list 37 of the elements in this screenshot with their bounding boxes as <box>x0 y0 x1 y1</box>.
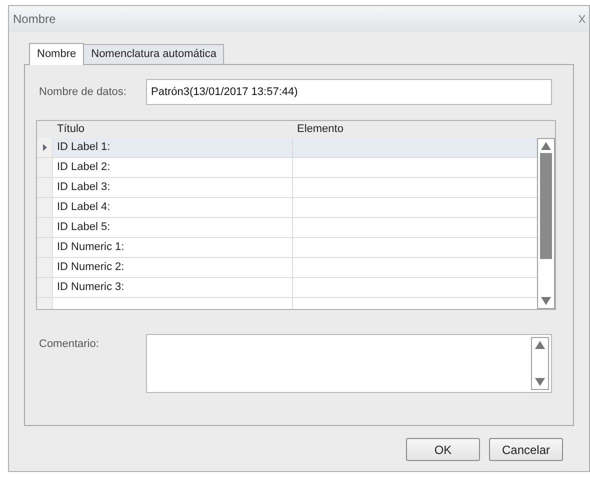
table-row[interactable]: ID Label 5: <box>37 218 537 238</box>
table-row[interactable]: ID Label 1: <box>37 138 537 158</box>
scrollbar[interactable] <box>531 337 549 390</box>
comment-field[interactable] <box>146 334 552 393</box>
field-label: Comentario: <box>38 337 100 352</box>
dialog-button[interactable]: OK <box>406 438 480 461</box>
tab[interactable]: Nomenclatura automática <box>84 44 224 64</box>
table-row[interactable]: ID Label 4: <box>37 198 537 218</box>
table-cell: ID Numeric 2: <box>53 258 293 277</box>
table-cell: ID Label 5: <box>53 218 293 237</box>
data-name-field[interactable]: Patrón3(13/01/2017 13:57:44) <box>146 79 552 105</box>
tab[interactable]: Nombre <box>29 43 84 65</box>
field-label: Nombre de datos: <box>38 84 128 100</box>
table-cell: ID Label 3: <box>53 178 293 197</box>
table-row[interactable]: ID Numeric 2: <box>37 258 537 278</box>
scroll-down-icon[interactable] <box>540 296 552 306</box>
table-row[interactable]: ID Numeric 1: <box>37 238 537 258</box>
scroll-thumb[interactable] <box>540 153 552 259</box>
dialog-button[interactable]: Cancelar <box>489 438 563 461</box>
close-icon[interactable] <box>579 15 585 23</box>
column-header[interactable]: Título <box>53 121 293 138</box>
window-title: Nombre <box>13 11 56 28</box>
table-row[interactable]: ID Label 3: <box>37 178 537 198</box>
column-header[interactable]: Elemento <box>293 121 555 138</box>
table-cell: ID Label 4: <box>53 198 293 217</box>
table-cell: ID Label 2: <box>53 158 293 177</box>
table-row[interactable]: ID Label 2: <box>37 158 537 178</box>
scrollbar[interactable] <box>537 138 555 309</box>
row-header[interactable] <box>37 138 53 157</box>
scroll-down-icon[interactable] <box>534 377 546 387</box>
table-row[interactable]: ID Numeric 3: <box>37 278 537 298</box>
table-cell: ID Numeric 3: <box>53 278 293 297</box>
table-cell: ID Label 1: <box>53 138 293 157</box>
row-pointer-icon <box>42 144 46 151</box>
table-cell: ID Numeric 1: <box>53 238 293 257</box>
scroll-up-icon[interactable] <box>534 340 546 350</box>
scroll-up-icon[interactable] <box>540 141 552 151</box>
